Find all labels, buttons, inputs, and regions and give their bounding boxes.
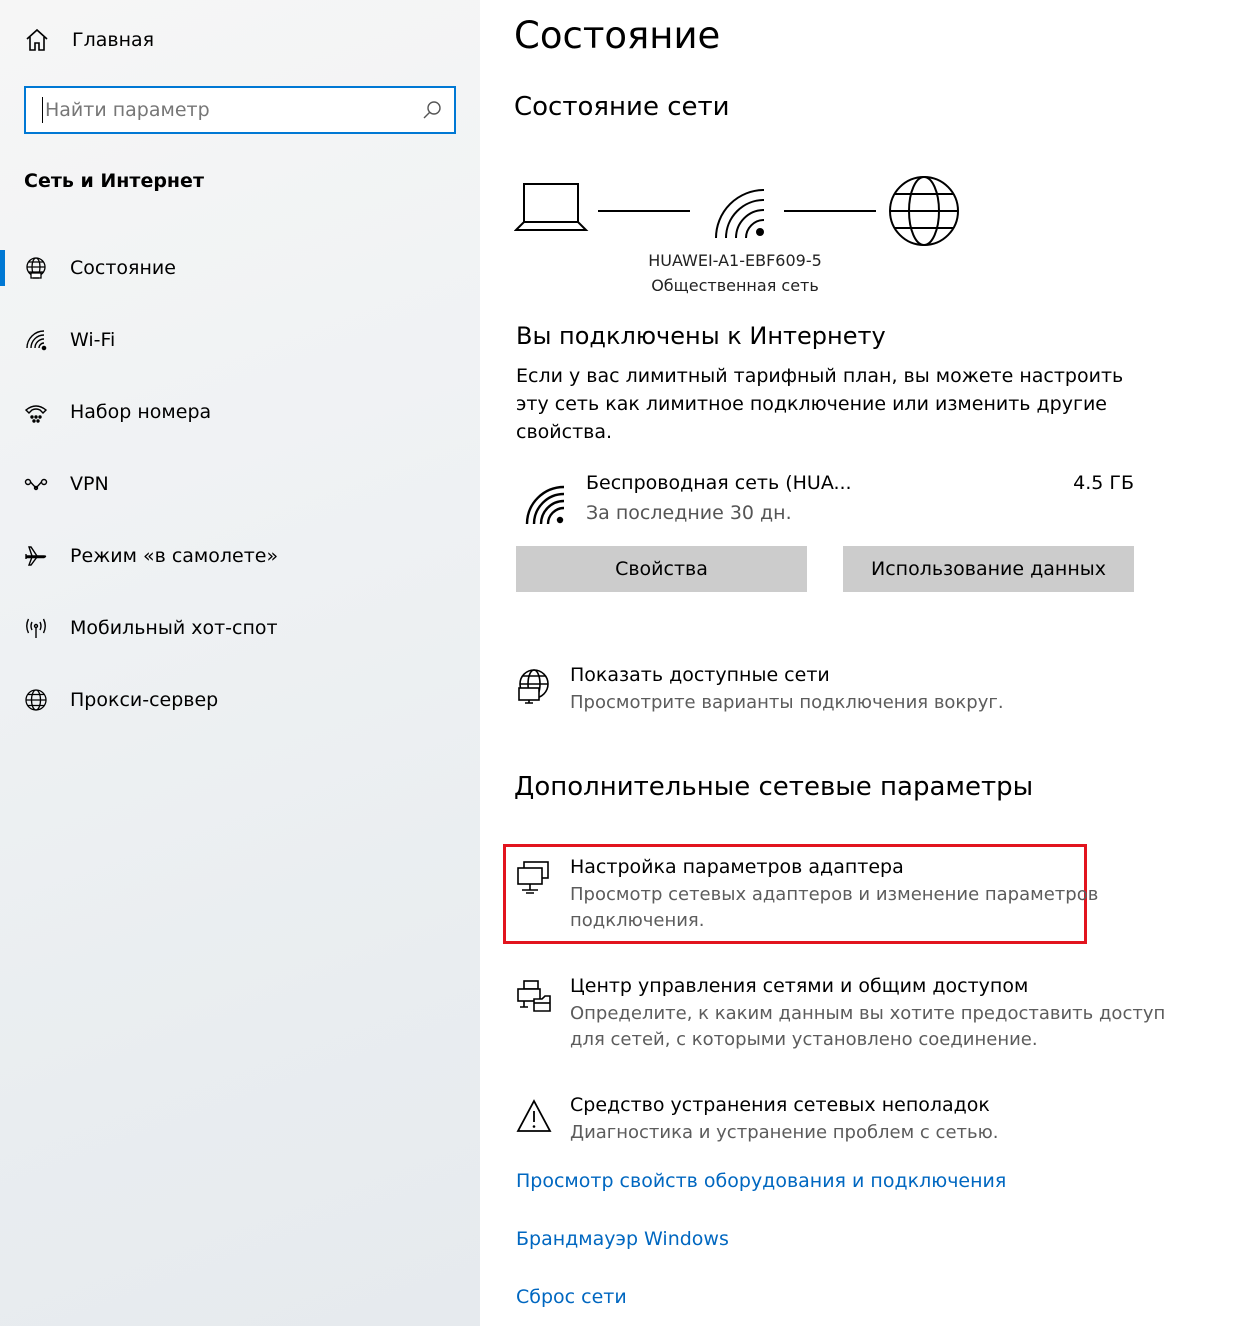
sidebar-item-label: Мобильный хот-спот bbox=[70, 617, 278, 639]
data-usage-button[interactable]: Использование данных bbox=[843, 546, 1134, 592]
search-icon[interactable] bbox=[422, 100, 442, 120]
sidebar-item-label: Набор номера bbox=[70, 401, 212, 423]
sidebar-item-label: VPN bbox=[70, 473, 109, 495]
page-title: Состояние bbox=[514, 14, 721, 57]
sidebar-item-label: Режим «в самолете» bbox=[70, 545, 279, 567]
connection-usage: 4.5 ГБ bbox=[1073, 472, 1134, 494]
sidebar-nav: Состояние Wi-Fi Набор номера VPN Режим «… bbox=[0, 232, 480, 736]
connected-description: Если у вас лимитный тарифный план, вы мо… bbox=[516, 365, 1124, 443]
wifi-icon bbox=[525, 485, 565, 525]
connection-name: Беспроводная сеть (HUA... bbox=[586, 472, 852, 494]
hotspot-icon bbox=[26, 618, 46, 638]
connected-title: Вы подключены к Интернету bbox=[516, 322, 886, 350]
globe-status-icon bbox=[26, 257, 46, 279]
dialup-icon bbox=[24, 405, 48, 423]
sidebar-item-dialup[interactable]: Набор номера bbox=[0, 376, 480, 448]
sidebar-item-vpn[interactable]: VPN bbox=[0, 448, 480, 520]
globe-monitor-icon bbox=[518, 669, 549, 704]
airplane-icon bbox=[25, 546, 47, 566]
sidebar-item-label: Wi-Fi bbox=[70, 329, 116, 351]
hardware-properties-link[interactable]: Просмотр свойств оборудования и подключе… bbox=[516, 1170, 1006, 1192]
troubleshoot-desc: Диагностика и устранение проблем с сетью… bbox=[570, 1122, 999, 1143]
sidebar-item-airplane[interactable]: Режим «в самолете» bbox=[0, 520, 480, 592]
sharing-center-desc: Определите, к каким данным вы хотите пре… bbox=[570, 1003, 1166, 1050]
search-box[interactable] bbox=[24, 86, 456, 134]
network-adapter-icon bbox=[517, 861, 549, 894]
network-reset-link[interactable]: Сброс сети bbox=[516, 1286, 627, 1308]
section-title: Сеть и Интернет bbox=[24, 170, 204, 192]
network-type: Общественная сеть bbox=[651, 276, 819, 295]
sidebar: Главная Сеть и Интернет Состояние Wi-Fi bbox=[0, 0, 480, 1326]
show-networks-desc: Просмотрите варианты подключения вокруг. bbox=[570, 692, 1004, 713]
sidebar-item-hotspot[interactable]: Мобильный хот-спот bbox=[0, 592, 480, 664]
search-input[interactable] bbox=[43, 90, 422, 130]
globe-icon bbox=[25, 689, 47, 711]
network-ssid: HUAWEI-A1-EBF609-5 bbox=[648, 251, 822, 270]
adapter-settings-title: Настройка параметров адаптера bbox=[570, 856, 904, 878]
internet-globe-icon bbox=[889, 176, 959, 246]
adapter-settings-desc: Просмотр сетевых адаптеров и изменение п… bbox=[570, 884, 1099, 931]
connection-period: За последние 30 дн. bbox=[586, 502, 792, 524]
advanced-heading: Дополнительные сетевые параметры bbox=[514, 772, 1034, 802]
troubleshoot-title: Средство устранения сетевых неполадок bbox=[570, 1094, 990, 1116]
show-networks-title: Показать доступные сети bbox=[570, 664, 830, 686]
warning-icon bbox=[516, 1099, 552, 1132]
wifi-signal-icon bbox=[715, 189, 765, 239]
properties-button[interactable]: Свойства bbox=[516, 546, 807, 592]
adapter-settings-item[interactable]: Настройка параметров адаптера Просмотр с… bbox=[516, 856, 1176, 936]
sidebar-item-proxy[interactable]: Прокси-сервер bbox=[0, 664, 480, 736]
sharing-center-item[interactable]: Центр управления сетями и общим доступом… bbox=[516, 975, 1176, 1055]
sidebar-item-status[interactable]: Состояние bbox=[0, 232, 480, 304]
network-diagram bbox=[514, 176, 959, 246]
troubleshoot-item[interactable]: Средство устранения сетевых неполадок Ди… bbox=[516, 1094, 1176, 1150]
home-nav-item[interactable]: Главная bbox=[24, 24, 154, 56]
sidebar-item-label: Состояние bbox=[70, 257, 176, 279]
home-icon bbox=[26, 28, 48, 51]
main-content: Состояние Состояние сети HUAWEI-A1-EBF60… bbox=[480, 0, 1233, 1326]
connection-usage-row: Беспроводная сеть (HUA... За последние 3… bbox=[516, 468, 1136, 532]
sharing-center-icon bbox=[517, 980, 551, 1012]
network-info: HUAWEI-A1-EBF609-5 Общественная сеть bbox=[630, 248, 840, 298]
sidebar-item-wifi[interactable]: Wi-Fi bbox=[0, 304, 480, 376]
network-status-heading: Состояние сети bbox=[514, 92, 730, 122]
show-networks-item[interactable]: Показать доступные сети Просмотрите вари… bbox=[516, 664, 1176, 720]
sidebar-item-label: Прокси-сервер bbox=[70, 689, 219, 711]
home-label: Главная bbox=[72, 29, 155, 51]
firewall-link[interactable]: Брандмауэр Windows bbox=[516, 1228, 729, 1250]
vpn-icon bbox=[24, 478, 48, 491]
sharing-center-title: Центр управления сетями и общим доступом bbox=[570, 975, 1029, 997]
wifi-icon bbox=[26, 330, 47, 351]
laptop-icon bbox=[514, 183, 589, 231]
